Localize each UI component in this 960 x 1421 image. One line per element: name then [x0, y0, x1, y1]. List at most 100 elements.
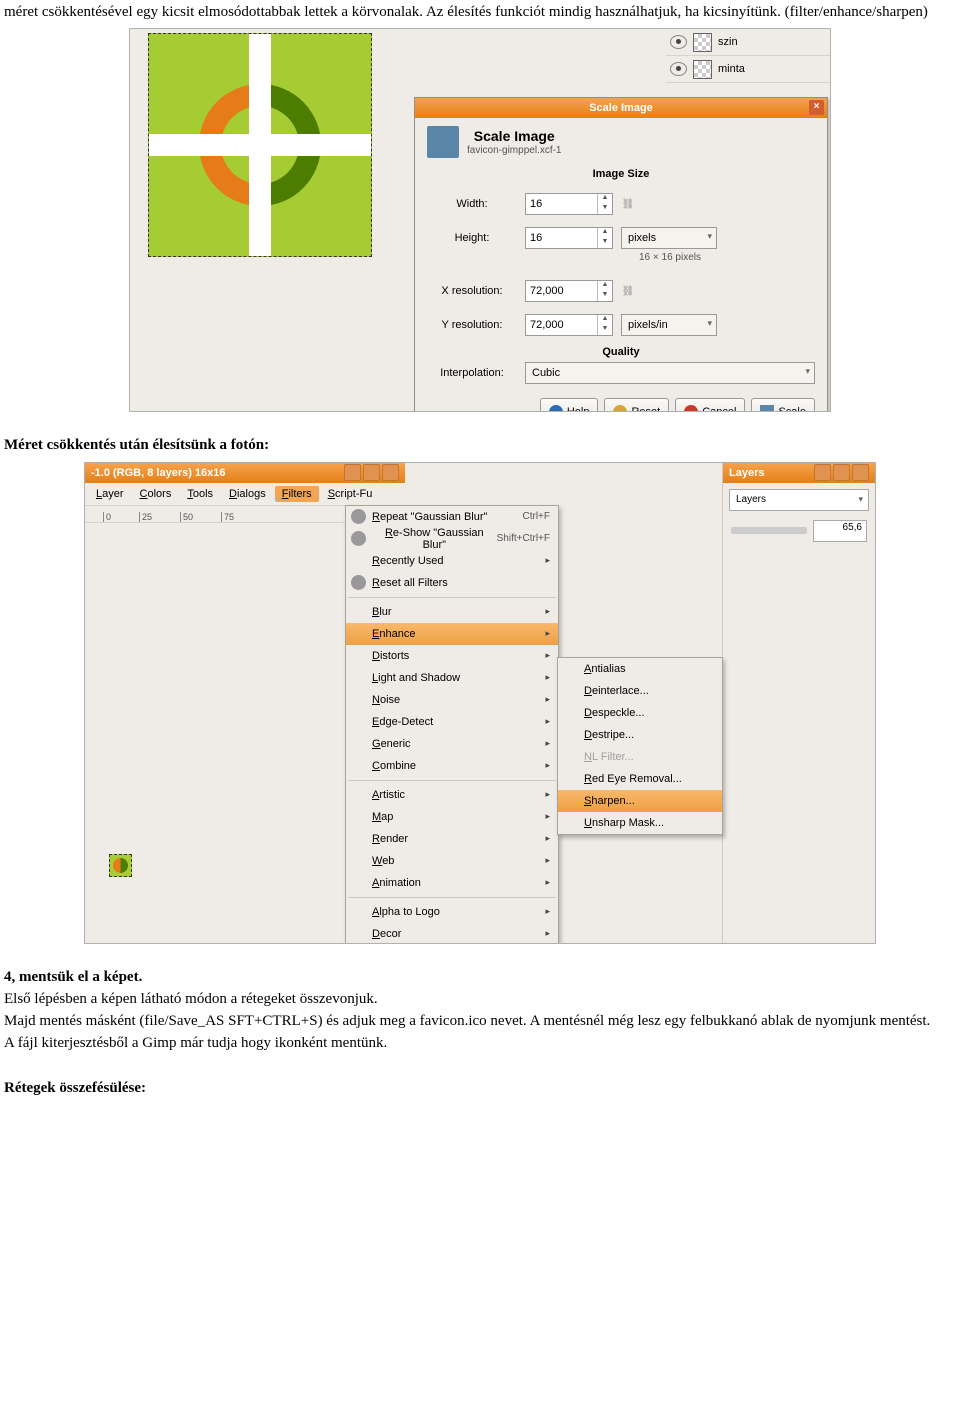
width-input[interactable]: 16▲▼: [525, 193, 613, 215]
layer-name: minta: [718, 63, 745, 75]
resunits-combo[interactable]: pixels/in: [621, 314, 717, 336]
min-icon[interactable]: [814, 464, 831, 481]
menu-item[interactable]: Noise▸: [346, 689, 558, 711]
opacity-input[interactable]: 65,6: [813, 520, 867, 542]
layer-name: szin: [718, 36, 738, 48]
menubar-item[interactable]: Filters: [275, 486, 319, 502]
canvas-preview: [148, 33, 372, 257]
scale-button[interactable]: Scale: [751, 398, 815, 412]
menu-item[interactable]: Recently Used▸: [346, 550, 558, 572]
menu-item[interactable]: Light and Shadow▸: [346, 667, 558, 689]
heading-flatten: Rétegek összefésülése:: [4, 1078, 956, 1098]
menu-item[interactable]: Decor▸: [346, 923, 558, 944]
menu-item[interactable]: Unsharp Mask...: [558, 812, 722, 834]
cancel-icon: [684, 405, 698, 412]
menu-item[interactable]: Alpha to Logo▸: [346, 901, 558, 923]
opacity-slider[interactable]: [731, 527, 807, 534]
chain-icon[interactable]: ⛓: [621, 271, 635, 311]
menubar-item[interactable]: Dialogs: [222, 486, 273, 502]
menubar[interactable]: LayerColorsToolsDialogsFiltersScript-Fu: [85, 483, 405, 505]
layer-row[interactable]: minta: [666, 56, 830, 83]
xres-label: X resolution:: [427, 285, 517, 297]
menu-item[interactable]: Repeat "Gaussian Blur"Ctrl+F: [346, 506, 558, 528]
menu-item[interactable]: Distorts▸: [346, 645, 558, 667]
menu-item[interactable]: Enhance▸: [346, 623, 558, 645]
enhance-submenu[interactable]: AntialiasDeinterlace...Despeckle...Destr…: [557, 657, 723, 835]
section-quality: Quality: [427, 346, 815, 358]
menu-item[interactable]: Blur▸: [346, 601, 558, 623]
body-text: A fájl kiterjesztésből a Gimp már tudja …: [4, 1033, 956, 1053]
gear-icon: [351, 531, 366, 546]
eye-icon[interactable]: [670, 62, 687, 76]
yres-input[interactable]: 72,000▲▼: [525, 314, 613, 336]
body-text: méret csökkentésével egy kicsit elmosódo…: [4, 2, 956, 22]
menu-item[interactable]: Reset all Filters: [346, 572, 558, 594]
reset-button[interactable]: Reset: [604, 398, 669, 412]
height-input[interactable]: 16▲▼: [525, 227, 613, 249]
interp-combo[interactable]: Cubic: [525, 362, 815, 384]
scale-image-dialog: Scale Image × Scale Image favicon-gimppe…: [414, 97, 828, 412]
gimp-image-area: [130, 29, 388, 411]
units-combo[interactable]: pixels: [621, 227, 717, 249]
menu-item[interactable]: Artistic▸: [346, 784, 558, 806]
layers-window-title: Layers: [723, 463, 875, 483]
menubar-item[interactable]: Tools: [180, 486, 220, 502]
help-button[interactable]: Help: [540, 398, 599, 412]
section-image-size: Image Size: [427, 168, 815, 180]
image-viewport: [85, 523, 345, 943]
menu-item[interactable]: Combine▸: [346, 755, 558, 777]
menu-item[interactable]: Re-Show "Gaussian Blur"Shift+Ctrl+F: [346, 528, 558, 550]
min-icon[interactable]: [344, 464, 361, 481]
width-label: Width:: [427, 198, 517, 210]
body-text: Első lépésben a képen látható módon a ré…: [4, 989, 956, 1009]
menubar-item[interactable]: Script-Fu: [321, 486, 380, 502]
heading-save: 4, mentsük el a képet.: [4, 967, 956, 987]
close-icon[interactable]: ×: [809, 100, 824, 115]
chain-icon[interactable]: ⛓: [621, 184, 635, 224]
filters-menu[interactable]: Repeat "Gaussian Blur"Ctrl+FRe-Show "Gau…: [345, 505, 559, 944]
help-icon: [549, 405, 563, 412]
reset-icon: [613, 405, 627, 412]
layer-thumb: [693, 33, 712, 52]
menu-item[interactable]: Map▸: [346, 806, 558, 828]
pixel-note: 16 × 16 pixels: [525, 252, 815, 263]
menu-item[interactable]: Deinterlace...: [558, 680, 722, 702]
dialog-heading: Scale Image: [474, 128, 555, 144]
menu-item[interactable]: Web▸: [346, 850, 558, 872]
xres-input[interactable]: 72,000▲▼: [525, 280, 613, 302]
menu-item[interactable]: Red Eye Removal...: [558, 768, 722, 790]
interp-label: Interpolation:: [427, 367, 517, 379]
scale-icon: [760, 405, 774, 412]
cancel-button[interactable]: Cancel: [675, 398, 745, 412]
menu-item[interactable]: Sharpen...: [558, 790, 722, 812]
body-text: Majd mentés másként (file/Save_AS SFT+CT…: [4, 1011, 956, 1031]
menu-item[interactable]: Edge-Detect▸: [346, 711, 558, 733]
max-icon[interactable]: [833, 464, 850, 481]
menubar-item[interactable]: Layer: [89, 486, 131, 502]
menu-item[interactable]: Antialias: [558, 658, 722, 680]
height-label: Height:: [427, 232, 517, 244]
favicon-preview: [109, 854, 132, 877]
close-icon[interactable]: [852, 464, 869, 481]
gear-icon: [351, 575, 366, 590]
menu-item[interactable]: Render▸: [346, 828, 558, 850]
layer-row[interactable]: szin: [666, 29, 830, 56]
layers-combo[interactable]: Layers: [729, 489, 869, 511]
heading-sharpen: Méret csökkentés után élesítsünk a fotón…: [4, 435, 956, 455]
layer-thumb: [693, 60, 712, 79]
close-icon[interactable]: [382, 464, 399, 481]
menubar-item[interactable]: Colors: [133, 486, 179, 502]
scale-icon: [427, 126, 459, 158]
yres-label: Y resolution:: [427, 319, 517, 331]
menu-item[interactable]: Animation▸: [346, 872, 558, 894]
menu-item[interactable]: Despeckle...: [558, 702, 722, 724]
gear-icon: [351, 509, 366, 524]
figure-1: szin minta Scale Image × Scal: [4, 28, 956, 417]
image-window-title: -1.0 (RGB, 8 layers) 16x16: [85, 463, 405, 483]
eye-icon[interactable]: [670, 35, 687, 49]
menu-item[interactable]: Destripe...: [558, 724, 722, 746]
dialog-filename: favicon-gimppel.xcf-1: [467, 145, 561, 156]
max-icon[interactable]: [363, 464, 380, 481]
dialog-titlebar: Scale Image ×: [415, 98, 827, 118]
menu-item[interactable]: Generic▸: [346, 733, 558, 755]
